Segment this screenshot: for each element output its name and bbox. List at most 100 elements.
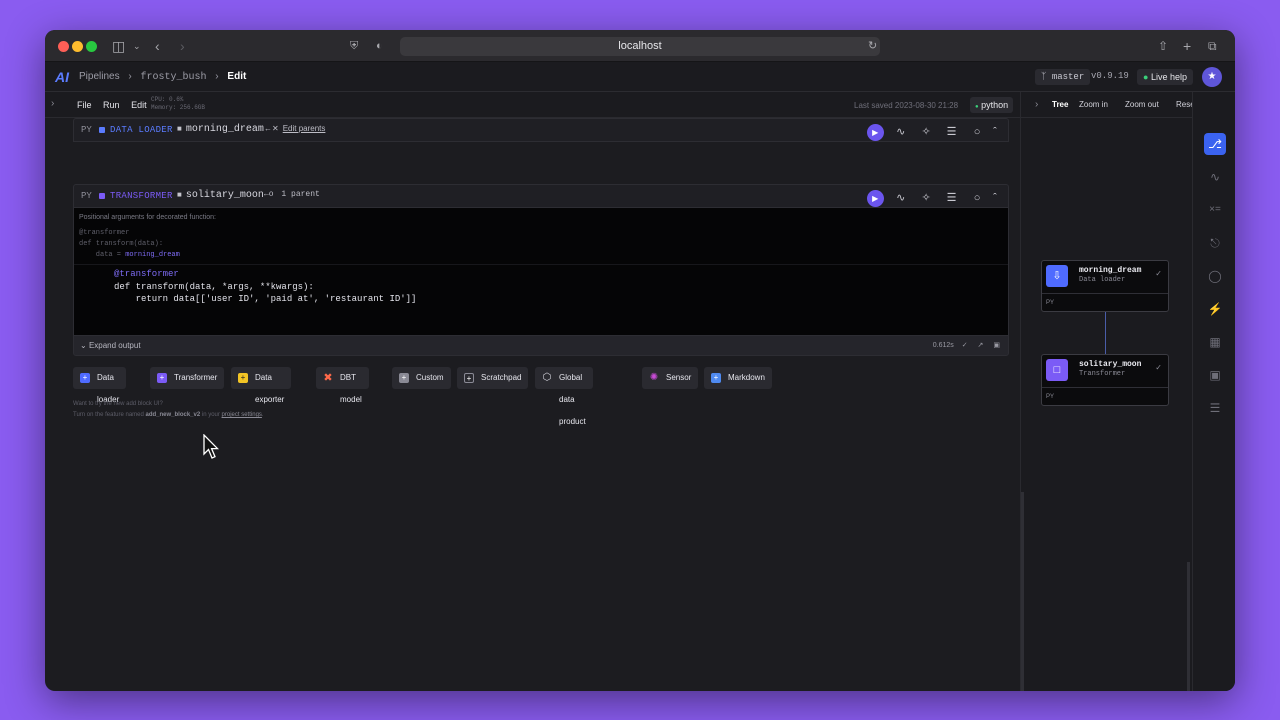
chevron-right-icon[interactable]: › xyxy=(1035,99,1038,110)
chevron-up-icon[interactable]: ˆ xyxy=(990,190,1000,207)
tip-text: Turn on the feature named xyxy=(73,412,146,418)
tree-scrollbar[interactable] xyxy=(1187,562,1190,691)
add-global-data-product-button[interactable]: ⬡ Global data product xyxy=(535,367,593,426)
block-header-transformer[interactable]: PY TRANSFORMER ■ solitary_moon ←o 1 paren… xyxy=(73,184,1009,208)
avatar[interactable]: ★ xyxy=(1202,67,1222,87)
variables-icon[interactable]: ×= xyxy=(1204,199,1226,221)
chart-icon[interactable]: ∿ xyxy=(892,190,909,207)
editor-toolbar: › File Run Edit CPU: 0.6% Memory: 256.6G… xyxy=(45,92,1020,118)
menu-edit[interactable]: Edit xyxy=(131,100,147,110)
breadcrumb-pipelines[interactable]: Pipelines xyxy=(79,71,120,82)
chevron-down-icon: ⌄ xyxy=(80,341,87,350)
forward-icon[interactable]: › xyxy=(180,37,185,55)
block-name[interactable]: ■ solitary_moon xyxy=(177,190,264,201)
address-bar[interactable]: localhost xyxy=(400,37,880,56)
run-block-icon[interactable]: ▶ xyxy=(866,190,884,207)
sidebar-toggle-icon[interactable]: ◫ xyxy=(112,37,125,55)
terminal-icon[interactable]: ▣ xyxy=(1204,364,1226,386)
lightning-icon[interactable]: ⚡ xyxy=(1204,298,1226,320)
magic-icon[interactable]: ✧ xyxy=(918,124,935,141)
shield-icon[interactable]: ⛨ xyxy=(350,37,358,55)
kernel-badge[interactable]: ● python xyxy=(970,97,1014,113)
live-help-label: Live help xyxy=(1150,72,1187,82)
block-language: PY xyxy=(81,125,92,135)
close-window-button[interactable] xyxy=(58,41,69,52)
node-name: morning_dream xyxy=(1079,266,1142,275)
tip-feature-name: add_new_block_v2 xyxy=(145,412,201,418)
code-content[interactable]: @transformer def transform(data, *args, … xyxy=(114,268,416,306)
settings-sliders-icon[interactable]: ☰ xyxy=(1204,397,1226,419)
code-editor[interactable]: Positional arguments for decorated funct… xyxy=(73,208,1009,335)
secrets-icon[interactable]: ⎋ xyxy=(1204,232,1226,254)
chevron-up-icon[interactable]: ˆ xyxy=(990,124,1000,141)
zoom-in-button[interactable]: Zoom in xyxy=(1079,100,1108,109)
add-custom-button[interactable]: + Custom xyxy=(392,367,451,389)
block-header-data-loader[interactable]: PY DATA LOADER ■ morning_dream ←✕ Edit par… xyxy=(73,118,1009,142)
tree-node-data-loader[interactable]: ⇩ morning_dream Data loader ✓ PY xyxy=(1041,260,1169,312)
tabs-overview-icon[interactable]: ⧉ xyxy=(1208,37,1217,55)
new-tab-icon[interactable]: + xyxy=(1183,37,1191,55)
plus-icon: + xyxy=(711,373,721,383)
expand-output-button[interactable]: ⌄ Expand output xyxy=(80,341,141,350)
breadcrumb-pipeline-name[interactable]: frosty_bush xyxy=(141,72,207,83)
open-external-icon[interactable]: ↗ xyxy=(978,342,984,349)
tip-text: . xyxy=(261,412,264,418)
block-name[interactable]: ■ morning_dream xyxy=(177,124,264,135)
chevron-down-icon[interactable]: ⌄ xyxy=(133,37,141,55)
breadcrumb: Pipelines › frosty_bush › Edit xyxy=(79,71,252,83)
add-markdown-button[interactable]: + Markdown xyxy=(704,367,772,389)
block-name-text: solitary_moon xyxy=(185,190,264,201)
interactions-icon[interactable]: ◯ xyxy=(1204,265,1226,287)
branch-name: master xyxy=(1051,72,1085,82)
git-branch-badge[interactable]: ᛉ master xyxy=(1035,69,1091,85)
add-scratchpad-button[interactable]: + Scratchpad xyxy=(457,367,529,389)
add-data-exporter-button[interactable]: + Data exporter xyxy=(231,367,292,404)
node-language: PY xyxy=(1042,293,1168,312)
cpu-usage: CPU: 0.6% xyxy=(151,96,184,103)
chevron-right-icon[interactable]: › xyxy=(51,98,54,109)
reader-icon[interactable]: ◐ xyxy=(376,37,383,55)
share-icon[interactable]: ⇧ xyxy=(1158,37,1168,55)
mage-logo[interactable]: AI xyxy=(55,69,69,85)
tab-tree[interactable]: Tree xyxy=(1052,100,1068,109)
parents-link[interactable]: ←o 1 parent xyxy=(264,190,320,199)
back-icon[interactable]: ‹ xyxy=(155,37,160,55)
tree-node-transformer[interactable]: □ solitary_moon Transformer ✓ PY xyxy=(1041,354,1169,406)
chart-icon[interactable]: ∿ xyxy=(892,124,909,141)
settings-sliders-icon[interactable]: ☰ xyxy=(943,124,960,141)
button-label: Global data product xyxy=(559,373,586,426)
magic-icon[interactable]: ✧ xyxy=(918,190,935,207)
reload-icon[interactable]: ↻ xyxy=(868,37,877,55)
settings-sliders-icon[interactable]: ☰ xyxy=(943,190,960,207)
parents-icon: ←o xyxy=(264,190,274,199)
save-icon[interactable]: ▣ xyxy=(993,342,1000,349)
status-circle-icon[interactable]: ○ xyxy=(969,190,986,207)
code-divider xyxy=(74,264,1008,265)
project-settings-link[interactable]: project settings xyxy=(222,412,262,418)
add-transformer-button[interactable]: + Transformer xyxy=(150,367,225,389)
chart-icon[interactable]: ∿ xyxy=(1204,166,1226,188)
tree-view-icon[interactable]: ⎇ xyxy=(1204,133,1226,155)
minimize-window-button[interactable] xyxy=(72,41,83,52)
menu-file[interactable]: File xyxy=(77,100,92,110)
browser-window: ◫ ⌄ ‹ › ⛨ ◐ localhost ↻ ⇧ + ⧉ AI Pipelin… xyxy=(45,30,1235,691)
editor-scrollbar[interactable] xyxy=(1021,492,1024,691)
add-data-loader-button[interactable]: + Data loader xyxy=(73,367,127,404)
add-sensor-button[interactable]: ✺ Sensor xyxy=(642,367,699,389)
edit-parents-link[interactable]: ←✕ Edit parents xyxy=(264,124,325,133)
parents-count: 1 parent xyxy=(281,190,320,199)
status-circle-icon[interactable]: ○ xyxy=(969,124,986,141)
url-text: localhost xyxy=(618,40,662,52)
last-saved-timestamp: Last saved 2023-08-30 21:28 xyxy=(854,101,959,110)
button-label: Sensor xyxy=(666,373,692,382)
menu-run[interactable]: Run xyxy=(103,100,120,110)
table-icon[interactable]: ▦ xyxy=(1204,331,1226,353)
dbt-icon: ✖ xyxy=(323,372,333,384)
zoom-out-button[interactable]: Zoom out xyxy=(1125,100,1159,109)
run-block-icon[interactable]: ▶ xyxy=(866,124,884,141)
block-type: DATA LOADER xyxy=(110,125,173,135)
add-dbt-model-button[interactable]: ✖ DBT model xyxy=(316,367,369,404)
hint-line: def transform(data): xyxy=(79,240,164,248)
live-help-button[interactable]: ● Live help xyxy=(1137,69,1193,85)
maximize-window-button[interactable] xyxy=(86,41,97,52)
